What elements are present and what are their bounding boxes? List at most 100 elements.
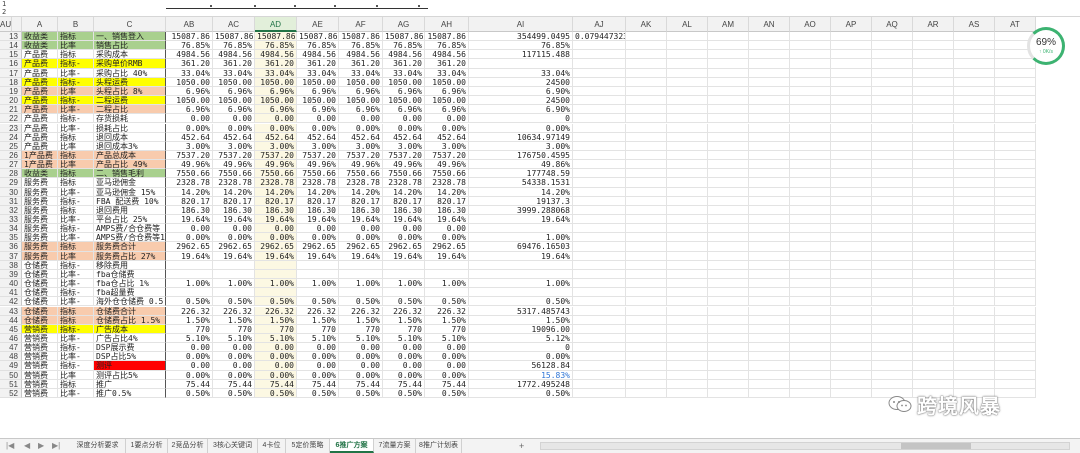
cell-value[interactable]: 0.00 xyxy=(255,361,297,371)
cell-empty[interactable] xyxy=(913,178,954,188)
cell-ratio[interactable] xyxy=(573,379,626,389)
cell-empty[interactable] xyxy=(708,297,749,307)
cell-value[interactable]: 5.10% xyxy=(166,333,213,344)
cell-empty[interactable] xyxy=(667,242,708,252)
cell-empty[interactable] xyxy=(995,215,1036,225)
cell-category[interactable]: 营销费 xyxy=(22,352,58,362)
cell-value[interactable]: 0.00% xyxy=(166,233,213,243)
cell-empty[interactable] xyxy=(954,324,995,334)
cell-category[interactable]: 服务费 xyxy=(22,178,58,188)
cell-total[interactable]: 0.50% xyxy=(469,388,573,398)
cell-metric-name[interactable]: 亚马逊佣金 15% xyxy=(94,187,166,197)
cell-value[interactable]: 2962.65 xyxy=(297,242,339,252)
cell-empty[interactable] xyxy=(667,388,708,398)
cell-total[interactable]: 176750.4595 xyxy=(469,150,573,161)
cell-empty[interactable] xyxy=(790,196,831,206)
cell-empty[interactable] xyxy=(667,141,708,151)
cell-value[interactable]: 19.64% xyxy=(166,251,213,261)
cell-empty[interactable] xyxy=(667,187,708,197)
cell-empty[interactable] xyxy=(831,59,872,69)
cell-empty[interactable] xyxy=(954,269,995,280)
cell-value[interactable]: 0.00 xyxy=(383,343,425,353)
column-header-ae[interactable]: AE xyxy=(297,17,339,32)
row-header[interactable]: 44 xyxy=(0,315,22,325)
cell-value[interactable]: 820.17 xyxy=(425,196,469,206)
cell-empty[interactable] xyxy=(790,32,831,42)
cell-value[interactable]: 0.00 xyxy=(297,224,339,234)
cell-empty[interactable] xyxy=(708,96,749,106)
cell-value[interactable]: 0.50% xyxy=(425,388,469,398)
cell-empty[interactable] xyxy=(913,169,954,179)
cell-empty[interactable] xyxy=(626,41,667,51)
cell-empty[interactable] xyxy=(749,361,790,371)
cell-category[interactable]: 仓储费 xyxy=(22,279,58,289)
cell-value[interactable]: 76.85% xyxy=(166,41,213,51)
cell-empty[interactable] xyxy=(708,370,749,380)
cell-value[interactable]: 49.96% xyxy=(166,160,213,170)
cell-empty[interactable] xyxy=(708,333,749,344)
cell-category[interactable]: 产品费 xyxy=(22,141,58,151)
cell-value[interactable]: 14.20% xyxy=(339,187,383,197)
cell-value[interactable]: 770 xyxy=(383,324,425,334)
cell-value[interactable]: 0.00 xyxy=(339,224,383,234)
row-header[interactable]: 27 xyxy=(0,160,22,170)
row-header[interactable]: 46 xyxy=(0,333,22,344)
cell-value[interactable]: 452.64 xyxy=(425,132,469,142)
cell-empty[interactable] xyxy=(872,333,913,344)
cell-value[interactable]: 770 xyxy=(166,324,213,334)
cell-value[interactable]: 0.50% xyxy=(383,388,425,398)
row-header[interactable]: 41 xyxy=(0,288,22,298)
cell-empty[interactable] xyxy=(790,242,831,252)
cell-type[interactable]: 指标- xyxy=(58,59,94,69)
cell-empty[interactable] xyxy=(872,352,913,362)
cell-type[interactable]: 比率- xyxy=(58,388,94,398)
cell-empty[interactable] xyxy=(626,297,667,307)
cell-value[interactable] xyxy=(339,288,383,298)
cell-value[interactable]: 0.00 xyxy=(297,361,339,371)
cell-empty[interactable] xyxy=(626,279,667,289)
cell-empty[interactable] xyxy=(667,169,708,179)
cell-value[interactable]: 226.32 xyxy=(297,306,339,316)
cell-value[interactable]: 1050.00 xyxy=(166,77,213,87)
cell-type[interactable]: 比率- xyxy=(58,269,94,280)
cell-value[interactable]: 1.00% xyxy=(339,279,383,289)
cell-value[interactable]: 0.00% xyxy=(297,233,339,243)
cell-empty[interactable] xyxy=(790,379,831,389)
cell-total[interactable]: 6.90% xyxy=(469,105,573,115)
cell-empty[interactable] xyxy=(790,361,831,371)
cell-value[interactable]: 1050.00 xyxy=(297,96,339,106)
cell-value[interactable]: 0.00 xyxy=(297,343,339,353)
cell-empty[interactable] xyxy=(995,169,1036,179)
column-header-ao[interactable]: AO xyxy=(790,17,831,32)
cell-value[interactable]: 226.32 xyxy=(425,306,469,316)
scrollbar-thumb[interactable] xyxy=(901,443,971,449)
cell-empty[interactable] xyxy=(872,68,913,78)
cell-empty[interactable] xyxy=(790,388,831,398)
cell-value[interactable]: 186.30 xyxy=(213,205,255,215)
cell-empty[interactable] xyxy=(790,269,831,280)
row-header[interactable]: 42 xyxy=(0,297,22,307)
cell-empty[interactable] xyxy=(708,178,749,188)
row-header-1[interactable]: 1 xyxy=(2,0,12,8)
cell-ratio[interactable] xyxy=(573,370,626,380)
cell-empty[interactable] xyxy=(626,333,667,344)
cell-empty[interactable] xyxy=(831,388,872,398)
cell-empty[interactable] xyxy=(831,123,872,133)
cell-value[interactable]: 19.64% xyxy=(425,215,469,225)
cell-empty[interactable] xyxy=(626,343,667,353)
cell-empty[interactable] xyxy=(913,224,954,234)
cell-empty[interactable] xyxy=(667,297,708,307)
cell-total[interactable]: 15.83% xyxy=(469,370,573,380)
cell-value[interactable]: 1.50% xyxy=(425,315,469,325)
cell-empty[interactable] xyxy=(913,50,954,60)
cell-empty[interactable] xyxy=(872,215,913,225)
cell-empty[interactable] xyxy=(749,388,790,398)
column-header-ad[interactable]: AD xyxy=(255,17,297,32)
cell-value[interactable]: 1.50% xyxy=(213,315,255,325)
cell-empty[interactable] xyxy=(831,260,872,270)
cell-empty[interactable] xyxy=(954,233,995,243)
cell-category[interactable]: 收益类 xyxy=(22,169,58,179)
cell-metric-name[interactable]: 测评占比5% xyxy=(94,370,166,380)
cell-empty[interactable] xyxy=(954,123,995,133)
first-sheet-button[interactable]: |◀ xyxy=(6,439,14,453)
